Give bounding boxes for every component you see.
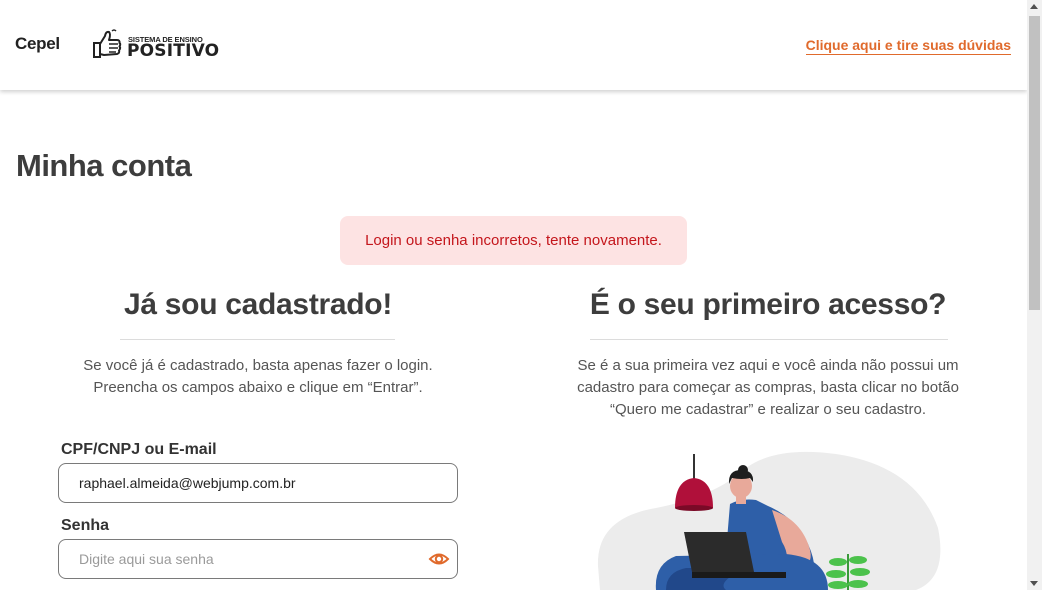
- scroll-up-arrow-icon[interactable]: [1030, 4, 1038, 9]
- login-section-title: Já sou cadastrado!: [123, 288, 393, 321]
- scrollbar-thumb[interactable]: [1029, 16, 1040, 310]
- person-with-laptop-illustration: [597, 451, 941, 590]
- login-title-divider: [120, 339, 395, 340]
- page-scrollbar[interactable]: [1027, 0, 1042, 590]
- register-description-line: “Quero me cadastrar” e realizar o seu ca…: [610, 401, 926, 418]
- register-description-line: Se é a sua primeira vez aqui e você aind…: [577, 357, 959, 374]
- login-description: Se você já é cadastrado, basta apenas fa…: [58, 355, 458, 399]
- positivo-logo-name: POSITIVO: [127, 41, 220, 61]
- cepel-logo[interactable]: Cepel: [15, 34, 60, 54]
- login-description-line: Se você já é cadastrado, basta apenas fa…: [83, 357, 433, 374]
- thumbs-up-logo-icon: [93, 29, 122, 58]
- page-title: Minha conta: [16, 148, 192, 183]
- password-label: Senha: [61, 517, 110, 534]
- positivo-logo[interactable]: SISTEMA DE ENSINO POSITIVO: [90, 28, 219, 62]
- register-description-line: cadastro para começar as compras, basta …: [577, 379, 959, 396]
- login-description-line: Preencha os campos abaixo e clique em “E…: [93, 379, 423, 396]
- register-section-title: É o seu primeiro acesso?: [589, 288, 947, 321]
- register-title-divider: [590, 339, 948, 340]
- password-input[interactable]: [58, 539, 458, 579]
- eye-icon[interactable]: [428, 549, 450, 569]
- register-description: Se é a sua primeira vez aqui e você aind…: [568, 355, 968, 421]
- site-header: Cepel SISTEMA DE ENSINO POSITIVO Clique …: [0, 0, 1027, 90]
- cpf-email-label: CPF/CNPJ ou E-mail: [61, 441, 217, 458]
- cpf-email-input[interactable]: [58, 463, 458, 503]
- scroll-down-arrow-icon[interactable]: [1030, 581, 1038, 586]
- error-alert: Login ou senha incorretos, tente novamen…: [340, 216, 687, 265]
- help-link[interactable]: Clique aqui e tire suas dúvidas: [805, 37, 1011, 55]
- error-message: Login ou senha incorretos, tente novamen…: [365, 232, 662, 249]
